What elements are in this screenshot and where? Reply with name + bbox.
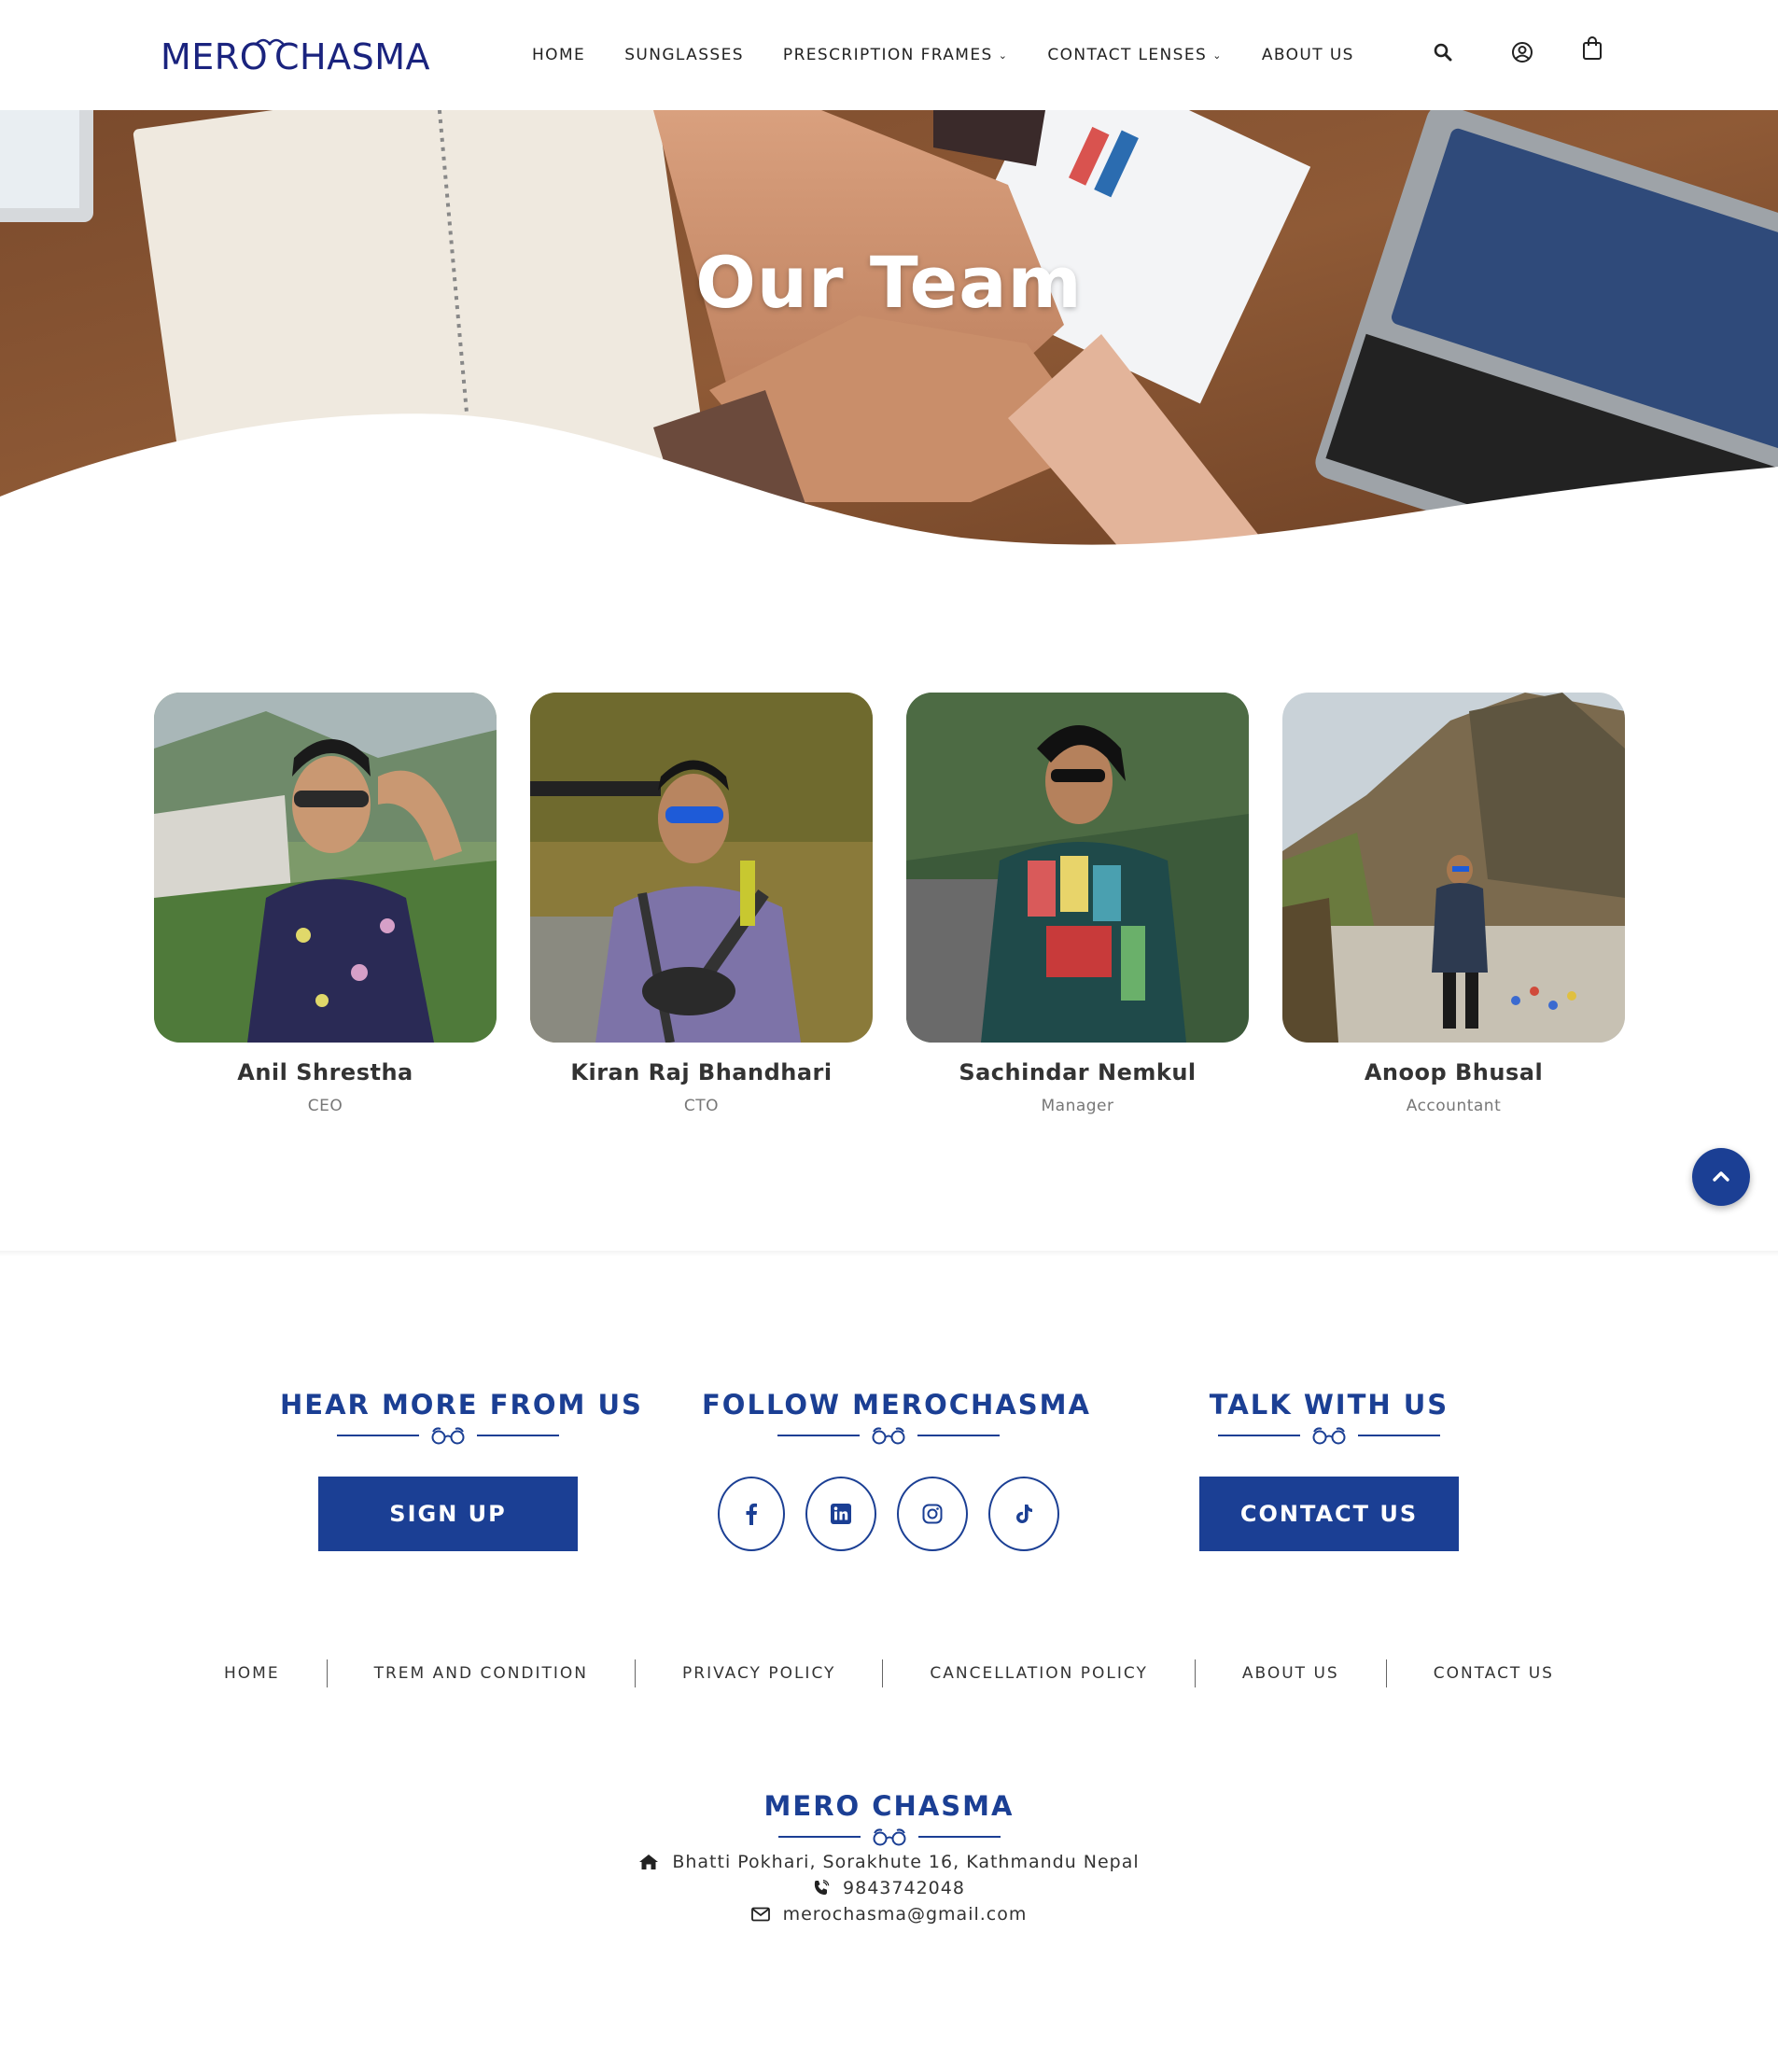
team-member-card: Anil Shrestha CEO [154,693,497,1115]
team-member-card: Sachindar Nemkul Manager [906,693,1249,1115]
shopping-bag-icon[interactable] [1577,34,1607,63]
tiktok-icon[interactable] [988,1477,1059,1551]
email-text[interactable]: merochasma@gmail.com [783,1904,1028,1925]
svg-text:MERO: MERO [161,36,268,77]
spectacles-divider [0,1827,1778,1846]
team-member-role: CEO [307,1097,343,1115]
nav-label: ABOUT US [1261,46,1354,64]
team-member-name: Anoop Bhusal [1364,1059,1544,1085]
address-text: Bhatti Pokhari, Sorakhute 16, Kathmandu … [672,1852,1140,1872]
footer-brand-title: MERO CHASMA [763,1790,1015,1822]
footer-link-contact[interactable]: CONTACT US [1387,1664,1601,1683]
social-links [702,1477,1075,1551]
team-member-photo [1282,693,1625,1043]
linkedin-icon[interactable] [805,1477,876,1551]
hero-banner: Our Team [0,110,1778,549]
team-member-role: CTO [683,1097,720,1115]
phone-icon [814,1880,830,1895]
footer-link-about[interactable]: ABOUT US [1196,1664,1386,1683]
chevron-up-icon [1713,1171,1729,1182]
nav-label: SUNGLASSES [624,46,744,64]
team-member-card: Anoop Bhusal Accountant [1282,693,1625,1115]
footer-divider [0,1251,1778,1256]
scroll-to-top-button[interactable] [1692,1148,1750,1206]
footer-brand: MERO CHASMA Bhatti Pokhari, Sorakhute 16… [0,1790,1778,1925]
home-icon [639,1855,659,1869]
footer-links: HOME TREM AND CONDITION PRIVACY POLICY C… [0,1659,1778,1687]
logo-mark: MERO CHASMA [161,36,430,77]
team-member-photo [530,693,873,1043]
sign-up-button[interactable]: SIGN UP [318,1477,578,1551]
team-member-photo [154,693,497,1043]
instagram-icon[interactable] [897,1477,968,1551]
footer-link-cancellation[interactable]: CANCELLATION POLICY [883,1664,1194,1683]
team-member-name: Sachindar Nemkul [959,1059,1197,1085]
contact-us-button[interactable]: CONTACT US [1199,1477,1459,1551]
team-member-role: Accountant [1406,1097,1502,1115]
email-line: merochasma@gmail.com [0,1904,1778,1925]
nav-contact-lenses[interactable]: CONTACT LENSES ⌄ [1047,46,1223,64]
glasses-icon [1312,1427,1346,1445]
site-logo[interactable]: MERO CHASMA [159,32,439,78]
footer-link-privacy[interactable]: PRIVACY POLICY [636,1664,882,1683]
nav-label: CONTACT LENSES [1047,46,1208,64]
team-member-name: Kiran Raj Bhandhari [570,1059,833,1085]
team-member-name: Anil Shrestha [237,1059,413,1085]
footer-link-home[interactable]: HOME [177,1664,327,1683]
nav-prescription-frames[interactable]: PRESCRIPTION FRAMES ⌄ [783,46,1008,64]
nav-home[interactable]: HOME [532,46,585,64]
facebook-icon[interactable] [718,1477,785,1551]
page-title: Our Team [695,241,1083,324]
team-section: Anil Shrestha CEO Kiran Raj Bhandhari CT… [154,693,1625,1131]
address-line: Bhatti Pokhari, Sorakhute 16, Kathmandu … [0,1852,1778,1872]
site-header: MERO CHASMA HOME SUNGLASSES PRESCRIPTION… [0,0,1778,110]
footer-follow: FOLLOW MEROCHASMA [702,1389,1091,1551]
main-nav: HOME SUNGLASSES PRESCRIPTION FRAMES ⌄ CON… [532,0,1393,110]
nav-sunglasses[interactable]: SUNGLASSES [624,46,744,64]
footer-heading: HEAR MORE FROM US [280,1389,643,1421]
team-member-photo [906,693,1249,1043]
user-icon[interactable] [1507,37,1537,67]
nav-label: PRESCRIPTION FRAMES [782,46,993,64]
team-member-card: Kiran Raj Bhandhari CTO [530,693,873,1115]
footer-heading: TALK WITH US [1209,1389,1449,1421]
glasses-icon [872,1427,905,1445]
glasses-icon [431,1427,465,1445]
chevron-down-icon: ⌄ [1212,49,1223,62]
nav-about-us[interactable]: ABOUT US [1262,46,1354,64]
hero-wave-divider [0,413,1778,549]
svg-text:CHASMA: CHASMA [274,36,430,77]
glasses-icon [873,1828,905,1846]
phone-line: 9843742048 [0,1878,1778,1898]
envelope-icon [750,1907,770,1922]
footer-hear-more: HEAR MORE FROM US SIGN UP [280,1389,643,1551]
spectacles-divider [280,1426,616,1445]
footer-link-terms[interactable]: TREM AND CONDITION [328,1664,635,1683]
nav-label: HOME [532,46,586,64]
footer-heading: FOLLOW MEROCHASMA [702,1389,1091,1421]
team-member-role: Manager [1041,1097,1114,1115]
footer-talk: TALK WITH US CONTACT US [1161,1389,1497,1551]
spectacles-divider [1161,1426,1497,1445]
search-icon[interactable] [1428,37,1458,67]
chevron-down-icon: ⌄ [998,49,1009,62]
phone-text[interactable]: 9843742048 [843,1878,965,1898]
spectacles-divider [702,1426,1075,1445]
